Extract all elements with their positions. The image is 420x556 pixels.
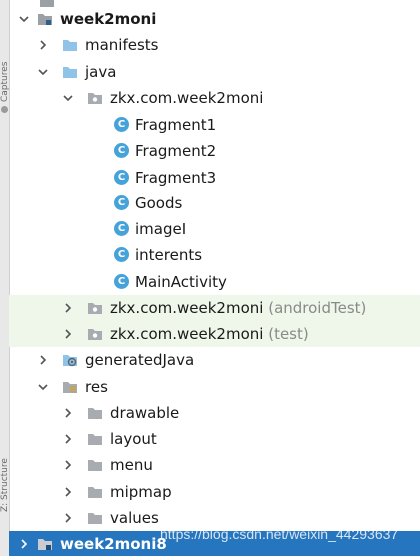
tree-row-class[interactable]: C imageI bbox=[9, 216, 420, 242]
package-suffix: (test) bbox=[268, 325, 309, 343]
folder-icon bbox=[87, 457, 103, 473]
tree-row-res-child[interactable]: mipmap bbox=[9, 479, 420, 505]
class-label: imageI bbox=[135, 220, 187, 238]
module-folder-icon bbox=[37, 11, 53, 27]
chevron-right-icon[interactable] bbox=[18, 538, 30, 550]
package-icon bbox=[87, 326, 103, 342]
folder-label: res bbox=[85, 378, 108, 396]
source-folder-icon bbox=[62, 64, 78, 80]
folder-icon bbox=[87, 431, 103, 447]
class-label: interents bbox=[135, 246, 203, 264]
folder-label: java bbox=[85, 63, 117, 81]
tree-row-package-androidtest[interactable]: zkx.com.week2moni (androidTest) bbox=[9, 295, 420, 321]
class-icon: C bbox=[114, 195, 129, 210]
chevron-right-icon[interactable] bbox=[62, 459, 74, 471]
package-label: zkx.com.week2moni bbox=[110, 299, 264, 317]
package-icon bbox=[87, 300, 103, 316]
tree-row-res-child[interactable]: layout bbox=[9, 426, 420, 452]
chevron-right-icon[interactable] bbox=[62, 433, 74, 445]
class-label: Fragment1 bbox=[135, 116, 217, 134]
package-label: zkx.com.week2moni bbox=[110, 325, 264, 343]
tree-row-package-test[interactable]: zkx.com.week2moni (test) bbox=[9, 321, 420, 347]
structure-tool-tab[interactable]: Z: Structure bbox=[0, 432, 9, 512]
tree-row-class[interactable]: C MainActivity bbox=[9, 269, 420, 295]
chevron-down-icon[interactable] bbox=[37, 66, 49, 78]
resources-folder-icon bbox=[62, 379, 78, 395]
captures-tool-tab[interactable]: Captures bbox=[0, 40, 9, 102]
tree-row-res[interactable]: res bbox=[9, 374, 420, 400]
class-icon: C bbox=[114, 247, 129, 262]
class-icon: C bbox=[114, 143, 129, 158]
tree-row-res-child[interactable]: drawable bbox=[9, 400, 420, 426]
module-label: week2moni bbox=[60, 10, 157, 28]
chevron-right-icon[interactable] bbox=[37, 354, 49, 366]
generated-folder-icon bbox=[62, 352, 78, 368]
tree-row-class[interactable]: C interents bbox=[9, 242, 420, 268]
chevron-right-icon[interactable] bbox=[37, 39, 49, 51]
class-label: MainActivity bbox=[135, 273, 227, 291]
class-icon: C bbox=[114, 274, 129, 289]
tree-row-manifests[interactable]: manifests bbox=[9, 32, 420, 58]
chevron-down-icon[interactable] bbox=[37, 381, 49, 393]
tree-row-res-child[interactable]: menu bbox=[9, 452, 420, 478]
package-icon bbox=[87, 90, 103, 106]
tree-row-class[interactable]: C Fragment2 bbox=[9, 138, 420, 164]
package-suffix: (androidTest) bbox=[268, 299, 367, 317]
folder-label: manifests bbox=[85, 36, 159, 54]
folder-icon bbox=[62, 37, 78, 53]
module-folder-icon bbox=[37, 536, 53, 552]
chevron-right-icon[interactable] bbox=[62, 302, 74, 314]
folder-label: layout bbox=[110, 430, 157, 448]
class-icon: C bbox=[114, 170, 129, 185]
chevron-down-icon[interactable] bbox=[18, 13, 30, 25]
class-label: Goods bbox=[135, 194, 183, 212]
folder-label: values bbox=[110, 509, 159, 527]
captures-tool-icon[interactable] bbox=[1, 106, 8, 113]
folder-icon bbox=[87, 484, 103, 500]
watermark-text: https://blog.csdn.net/weixin_44293637 bbox=[160, 526, 399, 542]
tree-row-class[interactable]: C Goods bbox=[9, 190, 420, 216]
class-label: Fragment3 bbox=[135, 169, 217, 187]
package-label: zkx.com.week2moni bbox=[110, 89, 264, 107]
folder-label: generatedJava bbox=[85, 351, 195, 369]
class-icon: C bbox=[114, 221, 129, 236]
tree-row-class[interactable]: C Fragment3 bbox=[9, 165, 420, 191]
folder-icon bbox=[87, 510, 103, 526]
chevron-right-icon[interactable] bbox=[62, 407, 74, 419]
folder-label: drawable bbox=[110, 404, 180, 422]
folder-label: menu bbox=[110, 456, 153, 474]
folder-icon bbox=[87, 405, 103, 421]
chevron-down-icon[interactable] bbox=[62, 92, 74, 104]
tree-row-class[interactable]: C Fragment1 bbox=[9, 112, 420, 138]
class-icon: C bbox=[114, 117, 129, 132]
tree-row-package-main[interactable]: zkx.com.week2moni bbox=[9, 85, 420, 111]
folder-label: mipmap bbox=[110, 483, 172, 501]
tree-row-generated-java[interactable]: generatedJava bbox=[9, 347, 420, 373]
tree-row-java[interactable]: java bbox=[9, 59, 420, 85]
chevron-right-icon[interactable] bbox=[62, 486, 74, 498]
class-label: Fragment2 bbox=[135, 142, 217, 160]
chevron-right-icon[interactable] bbox=[62, 512, 74, 524]
tree-row-module-week2moni[interactable]: week2moni bbox=[9, 6, 420, 32]
module-label: week2moni8 bbox=[60, 535, 167, 553]
chevron-right-icon[interactable] bbox=[62, 328, 74, 340]
